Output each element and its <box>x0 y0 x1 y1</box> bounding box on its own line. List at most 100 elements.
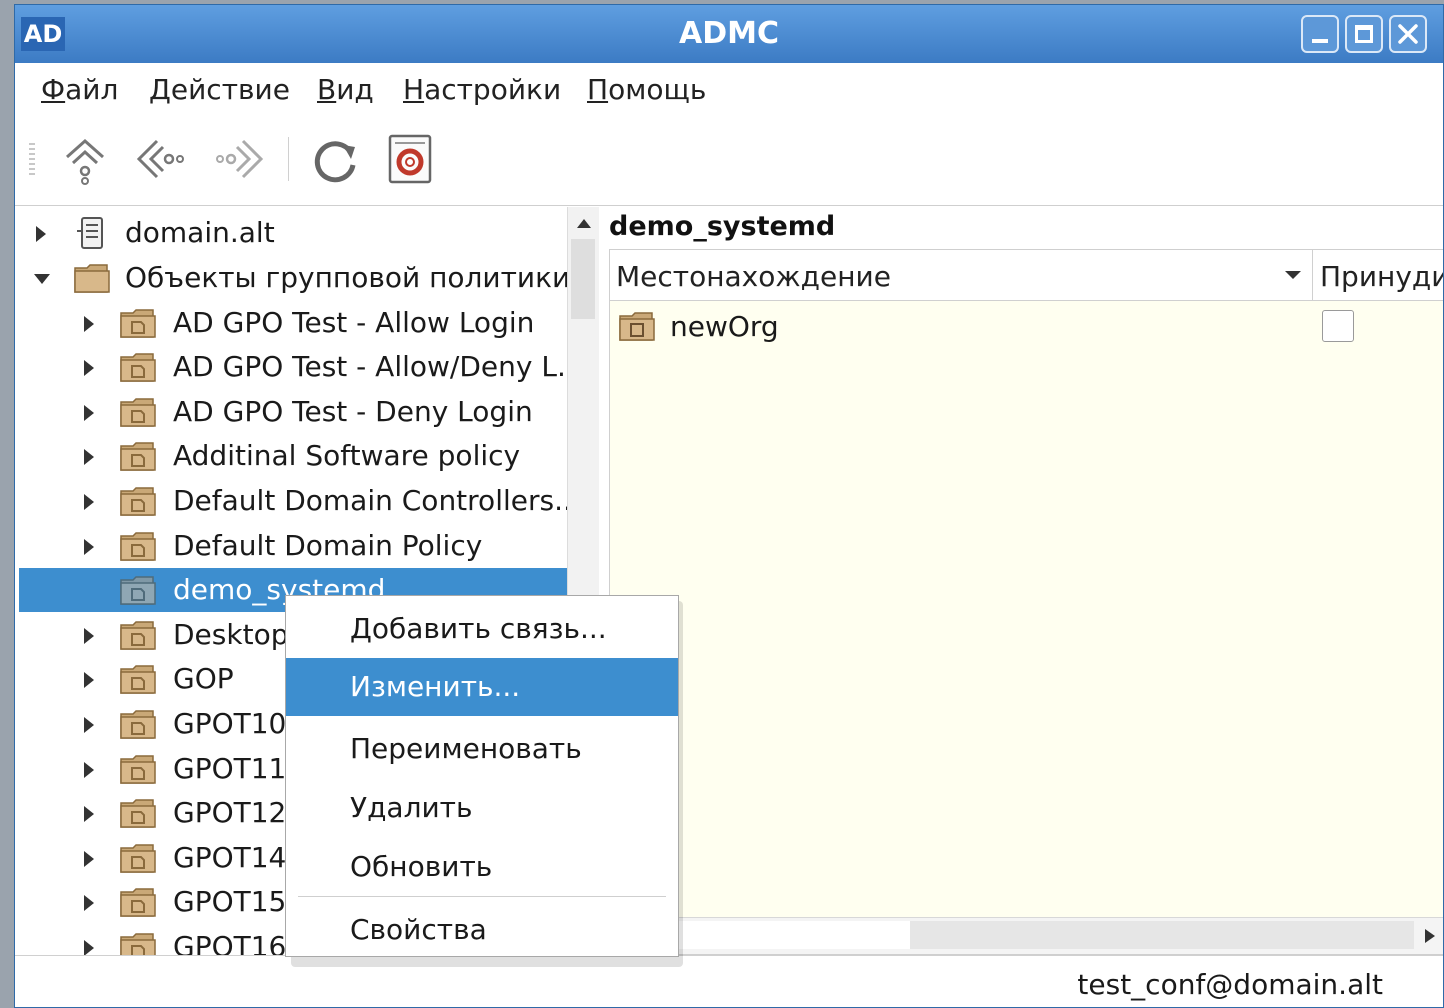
tree-item-label: Desktop <box>173 617 289 651</box>
toolbar <box>15 113 1443 206</box>
scrollbar-thumb[interactable] <box>571 239 595 319</box>
expand-arrow-icon <box>36 226 46 242</box>
expand-arrow-icon <box>84 627 94 644</box>
scroll-right-arrow-icon[interactable] <box>1424 928 1436 944</box>
tree-item-gpo[interactable]: AD GPO Test - Allow Login <box>19 301 567 345</box>
column-header-enforced[interactable]: Принуди <box>1320 260 1443 293</box>
expand-arrow-icon <box>84 761 94 778</box>
close-icon <box>1398 24 1418 44</box>
column-header-location[interactable]: Местонахождение <box>616 260 891 293</box>
tree-item-label: Default Domain Controllers... <box>173 483 567 517</box>
expand-arrow-icon <box>84 538 94 555</box>
minimize-button[interactable] <box>1301 15 1339 53</box>
gpo-folder-icon <box>120 888 156 918</box>
gpo-folder-icon <box>120 933 156 955</box>
tree-item-label: GPOT10 <box>173 706 287 740</box>
enforced-checkbox[interactable] <box>1322 310 1354 342</box>
expand-arrow-icon <box>84 493 94 510</box>
tree-item-label: GPOT11 <box>173 751 287 785</box>
table-horizontal-scrollbar[interactable] <box>610 917 1443 954</box>
expand-arrow-icon <box>84 806 94 823</box>
manual-icon <box>388 134 432 184</box>
menu-settings[interactable]: Настройки <box>403 73 561 106</box>
refresh-icon <box>314 141 356 183</box>
menu-item-properties[interactable]: Свойства <box>286 901 678 959</box>
gpo-folder-icon <box>120 531 156 561</box>
back-icon <box>136 139 184 179</box>
sort-down-icon <box>1285 271 1301 279</box>
tree-item-label: GOP <box>173 662 234 696</box>
gpo-folder-icon <box>120 308 156 338</box>
toolbar-separator <box>288 137 289 181</box>
navigate-up-button[interactable] <box>57 131 113 187</box>
gpo-folder-icon <box>120 353 156 382</box>
tree-item-domain[interactable]: domain.alt <box>19 211 567 255</box>
menu-help[interactable]: Помощь <box>587 73 706 106</box>
expand-arrow-icon <box>84 895 94 912</box>
gpo-folder-icon <box>120 754 156 784</box>
menu-item-edit[interactable]: Изменить... <box>286 658 678 716</box>
refresh-button[interactable] <box>307 131 363 187</box>
tree-item-gpo[interactable]: AD GPO Test - Allow/Deny L... <box>19 345 567 389</box>
expand-arrow-icon <box>84 449 94 466</box>
admc-window: AD ADMC Файл Действие Вид Настройки Помо… <box>14 4 1444 1008</box>
menu-item-rename[interactable]: Переименовать <box>286 720 678 778</box>
menu-action[interactable]: Действие <box>149 73 290 106</box>
menu-item-add-link[interactable]: Добавить связь... <box>286 600 678 658</box>
collapse-arrow-icon <box>34 274 50 284</box>
gpo-folder-icon <box>120 843 156 873</box>
tree-item-gpo[interactable]: Default Domain Policy <box>19 524 567 568</box>
tree-item-label: Additinal Software policy <box>173 439 521 473</box>
menu-item-delete[interactable]: Удалить <box>286 779 678 837</box>
navigate-back-button[interactable] <box>133 131 189 187</box>
gpo-folder-icon <box>120 576 156 605</box>
folder-icon <box>74 264 110 293</box>
expand-arrow-icon <box>84 716 94 733</box>
table-header: Местонахождение Принуди <box>610 250 1443 301</box>
forward-icon <box>216 139 264 179</box>
scroll-up-arrow-icon[interactable] <box>576 217 592 229</box>
tree-item-label: AD GPO Test - Allow Login <box>173 305 535 339</box>
gpo-folder-icon <box>120 665 156 695</box>
maximize-button[interactable] <box>1345 15 1383 53</box>
expand-arrow-icon <box>84 939 94 955</box>
details-pane: demo_systemd Местонахождение Принуди new… <box>599 207 1443 955</box>
toolbar-grip[interactable] <box>29 143 35 177</box>
menu-item-refresh[interactable]: Обновить <box>286 838 678 896</box>
tree-item-label: Default Domain Policy <box>173 528 483 562</box>
tree-item-gpo[interactable]: Default Domain Controllers... <box>19 479 567 523</box>
expand-arrow-icon <box>84 672 94 689</box>
menu-separator <box>298 896 666 897</box>
table-row[interactable]: newOrg <box>610 302 1443 350</box>
tree-item-gpo-container[interactable]: Объекты групповой политики <box>19 256 567 300</box>
gpo-folder-icon <box>120 799 156 828</box>
tree-item-label: GPOT16 <box>173 929 287 955</box>
status-user: test_conf@domain.alt <box>1077 968 1383 1001</box>
links-table[interactable]: Местонахождение Принуди newOrg <box>609 249 1443 955</box>
gpo-folder-icon <box>120 487 156 516</box>
pane-title: demo_systemd <box>609 211 836 242</box>
up-icon <box>66 138 104 185</box>
menu-bar: Файл Действие Вид Настройки Помощь <box>15 63 1443 114</box>
manual-button[interactable] <box>383 131 439 187</box>
title-bar[interactable]: AD ADMC <box>15 5 1443 63</box>
tree-item-gpo[interactable]: AD GPO Test - Deny Login <box>19 390 567 434</box>
menu-file[interactable]: Файл <box>41 73 118 106</box>
expand-arrow-icon <box>84 404 94 421</box>
tree-item-label: Объекты групповой политики <box>125 261 567 294</box>
expand-arrow-icon <box>84 850 94 867</box>
tree-item-gpo[interactable]: Additinal Software policy <box>19 434 567 478</box>
context-menu: Добавить связь... Изменить... Переименов… <box>285 595 679 957</box>
navigate-forward-button[interactable] <box>211 131 267 187</box>
close-button[interactable] <box>1389 15 1427 53</box>
tree-item-label: AD GPO Test - Allow/Deny L... <box>173 350 567 384</box>
column-divider[interactable] <box>1312 250 1313 300</box>
expand-arrow-icon <box>84 360 94 377</box>
gpo-folder-icon <box>120 397 156 427</box>
menu-view[interactable]: Вид <box>317 73 374 106</box>
gpo-folder-icon <box>120 710 156 739</box>
domain-icon <box>77 217 103 249</box>
tree-item-label: AD GPO Test - Deny Login <box>173 394 533 428</box>
scrollbar-track[interactable] <box>910 921 1414 949</box>
gpo-folder-icon <box>120 442 156 472</box>
